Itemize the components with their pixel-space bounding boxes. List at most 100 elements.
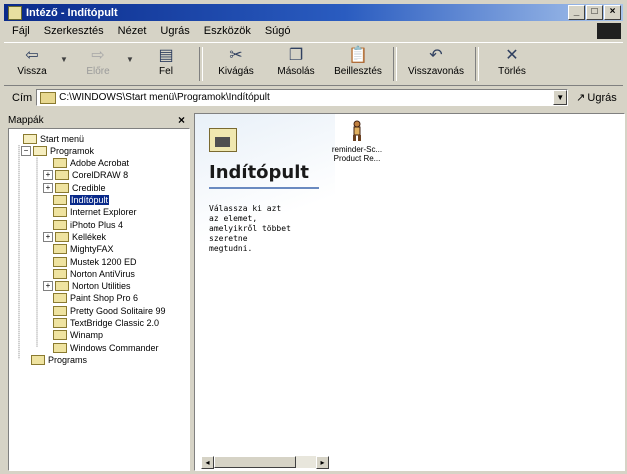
tree-node-label: Paint Shop Pro 6: [70, 293, 139, 304]
tree-node-label: Credible: [72, 182, 106, 193]
up-label: Fel: [159, 66, 173, 77]
cut-label: Kivágás: [218, 66, 254, 77]
tree-node[interactable]: Mustek 1200 ED: [43, 256, 137, 267]
folder-heading: Indítópult: [209, 162, 310, 183]
undo-button[interactable]: ↶ Visszavonás: [400, 43, 472, 84]
tree-node[interactable]: MightyFAX: [43, 244, 114, 255]
maximize-button[interactable]: □: [586, 5, 603, 20]
folder-icon: [53, 207, 67, 218]
back-button[interactable]: ⇦ Vissza: [4, 43, 60, 84]
tree-node[interactable]: Winamp: [43, 330, 103, 341]
webview-banner: Indítópult Válassza ki azt az elemet, am…: [195, 114, 335, 254]
menu-bar: Fájl Szerkesztés Nézet Ugrás Eszközök Sú…: [4, 22, 623, 40]
window-title: Intéző - Indítópult: [26, 6, 118, 19]
title-bar[interactable]: Intéző - Indítópult _ □ ×: [4, 4, 623, 21]
up-button[interactable]: ▤ Fel: [136, 43, 196, 84]
close-button[interactable]: ×: [604, 5, 621, 20]
tree-node[interactable]: + Credible: [43, 182, 106, 193]
toolbar-separator: [393, 47, 397, 81]
collapse-minus-icon[interactable]: −: [21, 145, 31, 156]
menu-view[interactable]: Nézet: [118, 25, 147, 37]
folder-icon: [53, 158, 67, 169]
minimize-button[interactable]: _: [568, 5, 585, 20]
copy-button[interactable]: ❐ Másolás: [266, 43, 326, 84]
forward-arrow-icon: ⇨: [91, 47, 105, 64]
horizontal-scrollbar[interactable]: ◂ ▸: [201, 456, 329, 469]
tree-spacer: [43, 257, 51, 266]
scroll-track[interactable]: [296, 456, 316, 468]
folder-tree[interactable]: Start menü − Programok Adobe Acrobat + CorelD…: [8, 128, 190, 471]
tree-node[interactable]: Pretty Good Solitaire 99: [43, 305, 166, 316]
forward-button[interactable]: ⇨ Előre: [70, 43, 126, 84]
up-folder-icon: ▤: [158, 47, 174, 64]
tree-node[interactable]: + CorelDRAW 8: [43, 170, 128, 181]
open-folder-icon: [23, 133, 37, 144]
folder-icon: [31, 354, 45, 365]
folder-icon: [53, 318, 67, 328]
tree-node[interactable]: iPhoto Plus 4: [43, 219, 123, 230]
tree-spacer: [43, 319, 51, 327]
tree-node-label: Norton Utilities: [72, 281, 131, 292]
folder-icon: [53, 293, 67, 304]
tree-node[interactable]: Norton AntiVirus: [43, 268, 135, 279]
tree-node[interactable]: + Norton Utilities: [43, 281, 131, 292]
tree-node[interactable]: − Programok: [21, 145, 94, 156]
scissors-icon: ✂: [229, 47, 243, 64]
tree-node-label: Mustek 1200 ED: [70, 256, 137, 267]
startup-folder-large-icon: [209, 128, 237, 152]
tree-node[interactable]: Adobe Acrobat: [43, 158, 129, 169]
folder-icon: [53, 256, 67, 267]
expand-plus-icon[interactable]: +: [43, 182, 53, 193]
tree-spacer: [43, 294, 51, 303]
file-item-reminder[interactable]: reminder-Sc... Product Re...: [325, 120, 389, 163]
menu-tools[interactable]: Eszközök: [204, 25, 251, 37]
go-button[interactable]: ↗ Ugrás: [576, 91, 617, 105]
menu-edit[interactable]: Szerkesztés: [44, 25, 104, 37]
scroll-thumb[interactable]: [214, 456, 296, 468]
folder-icon: [55, 281, 69, 292]
heading-divider: [209, 187, 319, 189]
folder-icon: [55, 231, 69, 242]
menu-go[interactable]: Ugrás: [160, 25, 189, 37]
tree-node-label: Programs: [48, 354, 88, 365]
scroll-left-icon[interactable]: ◂: [201, 456, 214, 469]
folders-pane-header: Mappák ×: [8, 113, 188, 127]
expand-plus-icon[interactable]: +: [43, 231, 53, 242]
tree-node[interactable]: TextBridge Classic 2.0: [43, 318, 159, 329]
delete-button[interactable]: ✕ Törlés: [482, 43, 542, 84]
tree-spacer: [13, 134, 21, 143]
expand-plus-icon[interactable]: +: [43, 281, 53, 292]
tree-node[interactable]: Paint Shop Pro 6: [43, 293, 138, 304]
content-pane: Indítópult Válassza ki azt az elemet, am…: [194, 113, 625, 471]
address-input[interactable]: C:\WINDOWS\Start menü\Programok\Indítópu…: [36, 89, 569, 106]
cut-button[interactable]: ✂ Kivágás: [206, 43, 266, 84]
paste-icon: 📋: [348, 47, 368, 64]
scroll-right-icon[interactable]: ▸: [316, 456, 329, 469]
back-dropdown-icon[interactable]: ▼: [60, 43, 70, 64]
tree-node[interactable]: Internet Explorer: [43, 207, 137, 218]
copy-icon: ❐: [288, 47, 304, 64]
folders-pane-close-icon[interactable]: ×: [178, 113, 185, 127]
tree-node[interactable]: Programs: [21, 354, 87, 365]
folder-icon: [53, 305, 67, 316]
tree-node[interactable]: Indítópult: [43, 195, 110, 206]
tree-spacer: [43, 196, 51, 204]
standard-toolbar: ⇦ Vissza ▼ ⇨ Előre ▼ ▤ Fel ✂ Kivágás ❐ M…: [4, 42, 623, 86]
paste-label: Beillesztés: [334, 66, 382, 77]
tree-node[interactable]: + Kellékek: [43, 231, 106, 242]
tree-spacer: [43, 331, 51, 340]
expand-plus-icon[interactable]: +: [43, 170, 53, 181]
tree-node-label: MightyFAX: [70, 244, 114, 255]
tree-node-label: Adobe Acrobat: [70, 158, 130, 169]
tree-node-label: CorelDRAW 8: [72, 170, 129, 181]
folders-pane-title: Mappák: [8, 114, 44, 126]
tree-node[interactable]: Start menü: [13, 133, 84, 144]
forward-dropdown-icon[interactable]: ▼: [126, 43, 136, 64]
paste-button[interactable]: 📋 Beillesztés: [326, 43, 390, 84]
menu-help[interactable]: Súgó: [265, 25, 291, 37]
toolbar-separator: [199, 47, 203, 81]
address-dropdown-icon[interactable]: ▼: [553, 90, 568, 105]
menu-file[interactable]: Fájl: [12, 25, 30, 37]
tree-node[interactable]: Windows Commander: [43, 342, 159, 353]
tree-node-label: Windows Commander: [70, 342, 159, 353]
